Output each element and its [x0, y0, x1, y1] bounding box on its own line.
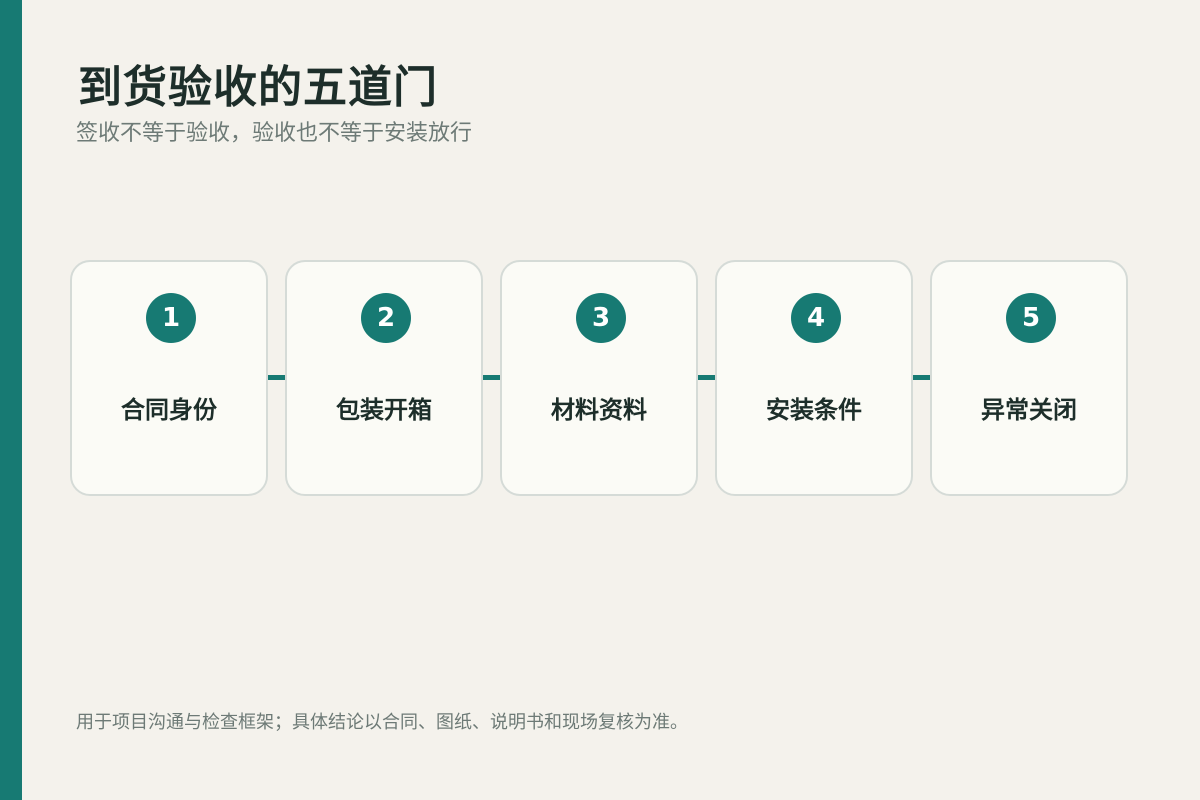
step-connector [481, 375, 501, 380]
step-number-badge: 2 [361, 293, 411, 343]
step-number-badge: 5 [1006, 293, 1056, 343]
steps-flow: 1 合同身份 2 包装开箱 3 材料资料 4 安装条件 5 异常关闭 [70, 260, 1128, 496]
step-label: 包装开箱 [336, 396, 432, 424]
step-card-5: 5 异常关闭 [930, 260, 1128, 496]
step-card-4: 4 安装条件 [715, 260, 913, 496]
step-connector [911, 375, 931, 380]
footnote: 用于项目沟通与检查框架；具体结论以合同、图纸、说明书和现场复核为准。 [76, 712, 688, 733]
step-number-badge: 4 [791, 293, 841, 343]
page-title: 到货验收的五道门 [78, 62, 438, 113]
left-accent-bar [0, 0, 22, 800]
step-connector [696, 375, 716, 380]
page-subtitle: 签收不等于验收，验收也不等于安装放行 [76, 121, 473, 146]
step-label: 异常关闭 [981, 396, 1077, 424]
step-connector [266, 375, 286, 380]
step-card-3: 3 材料资料 [500, 260, 698, 496]
step-number-badge: 1 [146, 293, 196, 343]
step-number-badge: 3 [576, 293, 626, 343]
step-label: 安装条件 [766, 396, 862, 424]
step-card-2: 2 包装开箱 [285, 260, 483, 496]
step-label: 材料资料 [551, 396, 647, 424]
step-card-1: 1 合同身份 [70, 260, 268, 496]
step-label: 合同身份 [121, 396, 217, 424]
